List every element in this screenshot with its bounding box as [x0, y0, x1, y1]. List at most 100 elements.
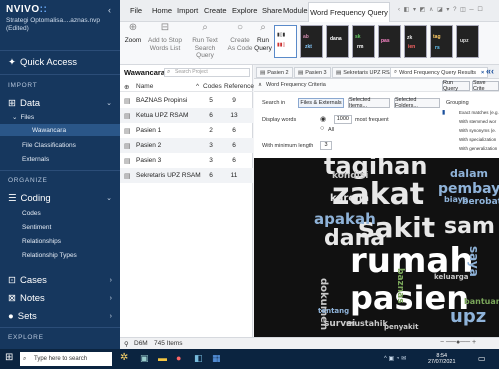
notifications-icon[interactable]: ▭ — [478, 354, 486, 363]
cloud-word[interactable]: upz — [450, 308, 486, 326]
gallery-thumb-4[interactable]: sk rm — [352, 25, 375, 58]
tab-overflow-icon[interactable]: «‹ — [486, 66, 494, 76]
cloud-word[interactable]: mustahik — [346, 320, 388, 328]
save-criteria-button[interactable]: Save Crite — [472, 80, 499, 92]
sidebar-item-files[interactable]: ⌄ Files — [0, 111, 120, 123]
document-icon: ▤ — [124, 97, 131, 105]
clock[interactable]: 8:54 27/07/2021 — [428, 353, 456, 365]
table-row[interactable]: ▤ BAZNAS Propinsi 5 9 — [120, 93, 253, 108]
table-row[interactable]: ▤ Ketua UPZ RSAM 6 13 — [120, 108, 253, 123]
cloud-word[interactable]: baznas — [395, 268, 405, 304]
table-row[interactable]: ▤ Pasien 336 — [120, 153, 253, 168]
create-as-code-button[interactable]: ○ Create As Code — [226, 23, 254, 52]
sidebar-item-relationships[interactable]: Relationships — [0, 235, 120, 247]
menu-explore[interactable]: Explore — [232, 6, 257, 15]
user-initials: D6M — [134, 340, 148, 347]
menu-file[interactable]: File — [130, 6, 142, 15]
cortana-icon[interactable]: ✲ — [120, 352, 128, 363]
table-row[interactable]: ▤ Sekretaris UPZ RSAM 6 11 — [120, 168, 253, 183]
gallery-thumb-7[interactable]: tag rs — [430, 25, 453, 58]
run-text-search-button[interactable]: ⌕ Run Text Search Query — [185, 22, 225, 60]
window-tools-icons[interactable]: ‹ ◧ ▾ ◩ ∧ ◪ ▾ ? ◫ ─ ☐ — [398, 6, 484, 13]
taskbar-search-input[interactable]: ⌕ Type here to search — [20, 352, 112, 366]
cloud-word[interactable]: sam — [444, 216, 495, 238]
column-references[interactable]: References — [224, 83, 257, 90]
table-row[interactable]: ▤ Pasien 236 — [120, 138, 253, 153]
add-to-stop-words-button[interactable]: ⊟ Add to Stop Words List — [147, 23, 183, 52]
collapse-sidebar-icon[interactable]: ‹ — [108, 5, 111, 15]
run-query-button[interactable]: ⌕ Run Query — [254, 23, 272, 52]
select-all-icon[interactable]: ⊕ — [124, 83, 129, 91]
min-length-input[interactable]: 3 — [320, 141, 332, 150]
browser-icon[interactable]: ● — [176, 353, 181, 363]
cloud-word[interactable]: keluarga — [434, 274, 469, 281]
document-icon: ▤ — [124, 172, 131, 180]
chevron-up-icon[interactable]: ∧ — [258, 82, 262, 88]
file-explorer-icon[interactable]: ▬ — [158, 353, 167, 363]
gallery-thumb-3[interactable]: dana — [326, 25, 349, 58]
sidebar-item-wawancara[interactable]: Wawancara — [0, 124, 120, 136]
sidebar-item-relationship-types[interactable]: Relationship Types — [0, 249, 120, 261]
quick-access[interactable]: ✦ Quick Access — [0, 55, 120, 69]
nvivo-taskbar-icon[interactable]: ▦ — [212, 353, 221, 364]
system-tray[interactable]: ^ ▣ ◔ ✉ — [384, 355, 406, 362]
tab-pasien-2[interactable]: ▤ Pasien 2 — [256, 67, 293, 78]
start-icon[interactable]: ⊞ — [5, 352, 13, 363]
sidebar-item-cases[interactable]: ⊡ Cases › — [0, 273, 120, 287]
sort-icon: ^ — [196, 83, 200, 90]
cloud-word[interactable]: penyakit — [384, 324, 418, 331]
zoom-slider[interactable]: − ──●── + — [440, 339, 476, 346]
tab-word-frequency-query[interactable]: Word Frequency Query — [308, 2, 390, 22]
sidebar-item-sets[interactable]: ● Sets › — [0, 309, 120, 323]
cloud-word[interactable]: karena — [330, 194, 369, 204]
cloud-word[interactable]: bantuan — [464, 298, 499, 306]
cloud-word[interactable]: biaya — [444, 196, 468, 204]
menu-share[interactable]: Share — [262, 6, 282, 15]
close-icon[interactable]: × — [481, 70, 484, 76]
tab-pasien-3[interactable]: ▤ Pasien 3 — [294, 67, 331, 78]
menu-home[interactable]: Home — [152, 6, 172, 15]
file-list-pane: Wawancara ⌕ Search Project ⊕ Name ^ Codes… — [120, 65, 257, 349]
gallery-thumb-5[interactable]: pas — [378, 25, 401, 58]
word-cloud[interactable]: tagihan zakat sakit rumah pasien dana ap… — [254, 158, 499, 337]
sidebar-item-coding[interactable]: ☰ Coding ⌄ — [0, 191, 120, 205]
selected-folders-button[interactable]: Selected Folders... — [394, 97, 440, 109]
run-query-button[interactable]: Run Query — [442, 80, 470, 92]
files-externals-button[interactable]: Files & Externals — [298, 98, 344, 108]
text-search-icon: ⌕ — [202, 22, 208, 33]
radio-all[interactable]: ○ — [320, 125, 324, 132]
menu-import[interactable]: Import — [177, 6, 198, 15]
sidebar-item-notes[interactable]: ⊠ Notes › — [0, 291, 120, 305]
column-codes[interactable]: Codes — [203, 83, 222, 90]
slider-handle[interactable]: ▮ — [442, 109, 445, 116]
tab-word-frequency-results[interactable]: ⌕ Word Frequency Query Results × — [390, 67, 489, 78]
store-icon[interactable]: ◧ — [194, 353, 203, 364]
radio-most-frequent[interactable]: ◉ — [320, 115, 326, 123]
cloud-word[interactable]: tentang — [318, 308, 349, 315]
search-project-input[interactable]: ⌕ Search Project — [164, 68, 250, 77]
menu-create[interactable]: Create — [204, 6, 227, 15]
selected-items-button[interactable]: Selected Items... — [348, 97, 390, 109]
cloud-word[interactable]: saya — [467, 246, 481, 277]
cloud-word[interactable]: pembayaran — [438, 182, 499, 196]
main-area: File Home Import Create Explore Share Mo… — [120, 0, 499, 349]
sidebar-item-data[interactable]: ⊞ Data ⌄ — [0, 96, 120, 110]
cloud-word[interactable]: dalam — [450, 168, 488, 179]
cloud-word[interactable]: kondisi — [332, 172, 368, 181]
cloud-word[interactable]: dana — [324, 228, 385, 250]
word-count-input[interactable]: 1000 — [334, 115, 352, 124]
sidebar-item-sentiment[interactable]: Sentiment — [0, 221, 120, 233]
task-view-icon[interactable]: ▣ — [140, 353, 149, 364]
gallery-thumb-6[interactable]: zk ien — [404, 25, 427, 58]
gallery-thumb-8[interactable]: upz — [456, 25, 479, 58]
zoom-button[interactable]: ⊕ Zoom — [122, 23, 144, 45]
sidebar-item-file-classifications[interactable]: File Classifications — [0, 139, 120, 151]
cloud-word[interactable]: apakah — [314, 212, 376, 227]
sidebar-item-codes[interactable]: Codes — [0, 207, 120, 219]
column-name[interactable]: Name — [136, 83, 153, 90]
table-row[interactable]: ▤ Pasien 126 — [120, 123, 253, 138]
gallery-thumb-1[interactable]: ▮▯▮ ▮▮▯ — [274, 25, 297, 58]
notes-icon: ⊠ — [8, 292, 16, 304]
sidebar-item-externals[interactable]: Externals — [0, 153, 120, 165]
gallery-thumb-2[interactable]: ab zkt — [300, 25, 323, 58]
